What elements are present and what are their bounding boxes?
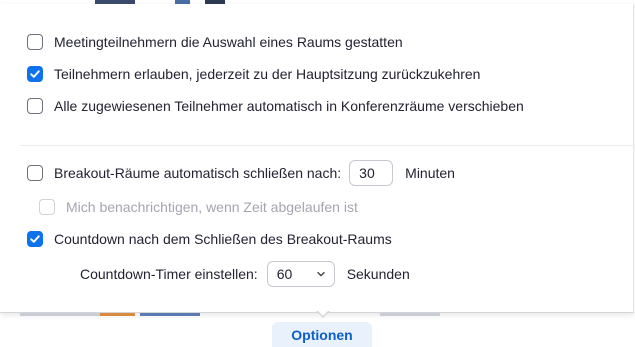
option-countdown[interactable]: Countdown nach dem Schließen des Breakou… [27, 228, 392, 250]
tab-optionen[interactable]: Optionen [272, 322, 372, 347]
option-allow-return[interactable]: Teilnehmern erlauben, jederzeit zu der H… [27, 63, 480, 85]
option-allow-choose-room[interactable]: Meetingteilnehmern die Auswahl eines Rau… [27, 31, 403, 53]
auto-close-checkbox[interactable] [27, 165, 43, 181]
option-countdown-timer: Countdown-Timer einstellen: 60 Sekunden [80, 261, 410, 287]
chevron-down-icon [316, 271, 325, 277]
background-window-strip-bottom [0, 313, 635, 316]
allow-choose-room-checkbox[interactable] [27, 34, 43, 50]
countdown-timer-value: 60 [276, 266, 293, 282]
tab-optionen-label: Optionen [291, 326, 353, 343]
option-notify-time-up: Mich benachrichtigen, wenn Zeit abgelauf… [39, 196, 358, 218]
checkmark-icon [30, 70, 40, 78]
allow-return-checkbox[interactable] [27, 66, 43, 82]
auto-move-checkbox[interactable] [27, 98, 43, 114]
notify-time-up-label: Mich benachrichtigen, wenn Zeit abgelauf… [66, 199, 358, 215]
checkmark-icon [30, 235, 40, 243]
countdown-checkbox[interactable] [27, 231, 43, 247]
option-auto-close[interactable]: Breakout-Räume automatisch schließen nac… [27, 160, 455, 186]
countdown-timer-select[interactable]: 60 [266, 261, 335, 287]
auto-close-minutes-input[interactable]: 30 [349, 160, 394, 186]
allow-choose-room-label: Meetingteilnehmern die Auswahl eines Rau… [54, 34, 403, 50]
auto-close-unit-label: Minuten [405, 165, 455, 181]
allow-return-label: Teilnehmern erlauben, jederzeit zu der H… [54, 66, 481, 82]
auto-move-label: Alle zugewiesenen Teilnehmer automatisch… [54, 98, 524, 114]
option-auto-move[interactable]: Alle zugewiesenen Teilnehmer automatisch… [27, 95, 524, 117]
countdown-label: Countdown nach dem Schließen des Breakou… [54, 231, 392, 247]
countdown-timer-unit-label: Sekunden [346, 266, 410, 282]
auto-close-label: Breakout-Räume automatisch schließen nac… [54, 165, 342, 181]
section-divider [20, 145, 633, 146]
breakout-options-panel: Meetingteilnehmern die Auswahl eines Rau… [0, 4, 634, 313]
notify-time-up-checkbox [39, 199, 55, 215]
countdown-timer-label: Countdown-Timer einstellen: [80, 266, 258, 282]
